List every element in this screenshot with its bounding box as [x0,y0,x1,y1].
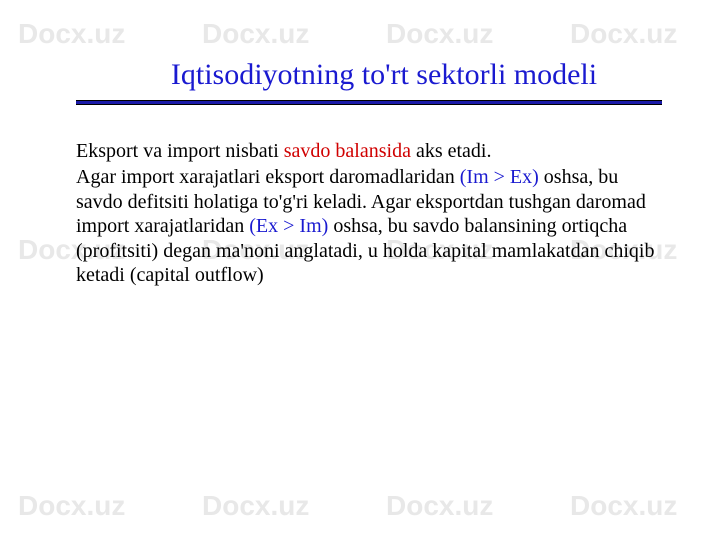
watermark-text: Docx.uz [18,490,125,522]
title-rule [76,100,662,105]
p1-text-b: savdo balansida [284,140,411,162]
p2-text-d: (Ex > Im) [249,215,328,237]
p1-text-c: aks etadi. [411,140,492,162]
watermark-text: Docx.uz [202,490,309,522]
slide-content: Iqtisodiyotning to'rt sektorli modeli Ek… [0,0,720,329]
page-title: Iqtisodiyotning to'rt sektorli modeli [106,58,662,92]
paragraph-1: Eksport va import nisbati savdo balansid… [76,139,662,163]
body-text: Eksport va import nisbati savdo balansid… [76,139,662,287]
p1-text-a: Eksport va import nisbati [76,140,284,162]
p2-text-a: Agar import xarajatlari eksport daromadl… [76,166,460,188]
p2-text-b: (Im > Ex) [460,166,539,188]
watermark-text: Docx.uz [386,490,493,522]
paragraph-2: Agar import xarajatlari eksport daromadl… [76,165,662,287]
watermark-text: Docx.uz [570,490,677,522]
